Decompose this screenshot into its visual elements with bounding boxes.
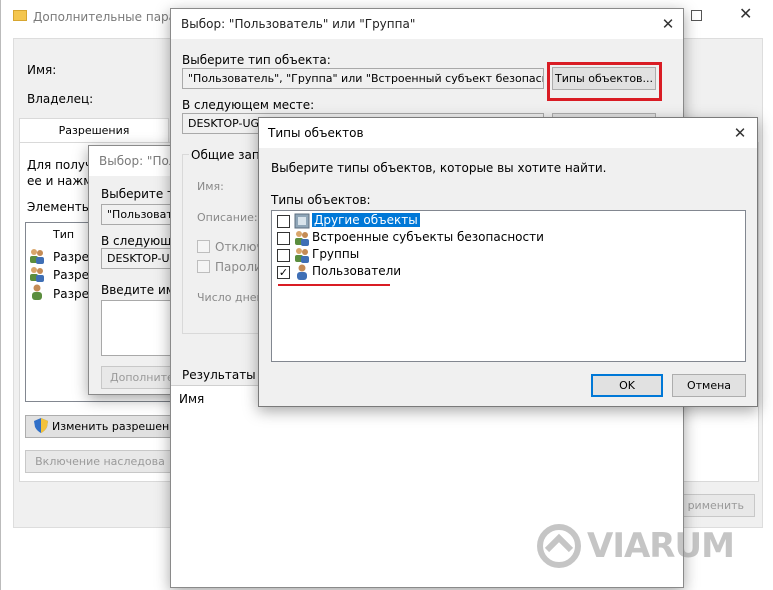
days-since-logon-label: Число дней (197, 291, 264, 304)
groups-checkbox[interactable] (277, 249, 290, 262)
users-checkbox[interactable]: ✓ (277, 266, 290, 279)
enable-inheritance-label: Включение наследова (35, 455, 165, 468)
cancel-label: Отмена (686, 379, 732, 392)
object-types-highlight (547, 62, 662, 101)
select-obj-type-label: Выберите тип объекта: (182, 53, 331, 67)
watermark: VIARUM (537, 522, 747, 572)
column-type: Тип (53, 228, 75, 241)
type-item-users[interactable]: Пользователи (312, 264, 401, 278)
type-item-groups[interactable]: Группы (312, 247, 359, 261)
type-item-other-objects[interactable]: Другие объекты (312, 213, 420, 227)
folder-icon (13, 10, 27, 21)
entry-row-1[interactable]: Разре (53, 250, 89, 264)
non-expiring-passwords-checkbox[interactable] (197, 260, 210, 273)
security-principals-icon (295, 231, 309, 246)
object-types-dialog: Типы объектов ✕ Выберите типы объектов, … (258, 117, 758, 407)
other-objects-checkbox[interactable] (277, 215, 290, 228)
object-types-list[interactable]: Другие объекты Встроенные субъекты безоп… (271, 210, 746, 362)
ok-button[interactable]: OK (591, 374, 663, 397)
users-group-icon (30, 267, 44, 282)
enable-inheritance-button[interactable]: Включение наследова (25, 450, 175, 473)
name-label: Имя: (27, 63, 57, 77)
select-dialog-close-icon[interactable]: ✕ (657, 13, 679, 35)
watermark-text: VIARUM (587, 526, 735, 566)
users-group-icon (30, 249, 44, 264)
entry-row-3[interactable]: Разре (53, 287, 89, 301)
query-description-label: Описание: (197, 211, 258, 224)
tab-permissions[interactable]: Разрешения (19, 118, 169, 142)
groups-icon (295, 248, 309, 263)
change-permissions-label: Изменить разрешени (52, 420, 177, 433)
apply-button[interactable]: рименить (673, 494, 755, 517)
user-icon (32, 284, 42, 300)
other-objects-icon (294, 213, 310, 229)
query-name-label: Имя: (197, 180, 224, 193)
select-location-label: В следующем месте: (182, 98, 315, 112)
owner-label: Владелец: (27, 92, 94, 106)
tab-permissions-label: Разрешения (58, 124, 130, 137)
viarum-logo-icon (537, 524, 581, 568)
users-underline-highlight (278, 284, 390, 286)
types-list-label: Типы объектов: (271, 193, 371, 207)
results-column-name[interactable]: Имя (179, 392, 204, 406)
cancel-button[interactable]: Отмена (672, 374, 746, 397)
type-item-other-objects-label: Другие объекты (312, 213, 420, 227)
ok-label: OK (619, 379, 635, 392)
type-item-security-principals[interactable]: Встроенные субъекты безопасности (312, 230, 544, 244)
apply-label: рименить (687, 499, 744, 512)
types-dialog-titlebar: Типы объектов ✕ (259, 118, 757, 148)
advanced-window-title: Дополнительные параме (33, 10, 193, 24)
entry-row-2[interactable]: Разре (53, 268, 89, 282)
close-button[interactable]: ✕ (739, 4, 752, 23)
disabled-accounts-checkbox[interactable] (197, 240, 210, 253)
types-dialog-title: Типы объектов (268, 126, 364, 140)
change-permissions-button[interactable]: Изменить разрешени (25, 415, 177, 438)
select-dialog-title: Выбор: "Пользователь" или "Группа" (181, 17, 416, 31)
types-dialog-close-icon[interactable]: ✕ (729, 122, 751, 144)
security-principals-checkbox[interactable] (277, 232, 290, 245)
shield-icon (34, 418, 48, 433)
select-obj-type-field: "Пользователь", "Группа" или "Встроенный… (182, 68, 544, 89)
select-dialog-titlebar: Выбор: "Пользователь" или "Группа" ✕ (171, 9, 683, 39)
maximize-button[interactable] (691, 10, 702, 21)
types-description: Выберите типы объектов, которые вы хотит… (271, 161, 607, 175)
user-icon (297, 264, 307, 280)
